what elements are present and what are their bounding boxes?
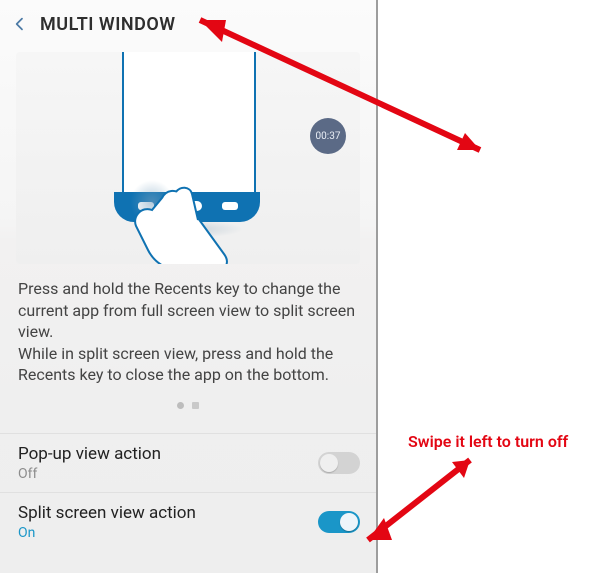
description-paragraph-2: While in split screen view, press and ho… — [18, 344, 333, 385]
tutorial-illustration[interactable]: 00:37 — [16, 52, 360, 264]
header: MULTI WINDOW — [0, 0, 376, 44]
toggle-split-screen[interactable] — [318, 511, 360, 533]
description-paragraph-1: Press and hold the Recents key to change… — [18, 279, 355, 341]
row-popup-view[interactable]: Pop-up view action Off — [0, 433, 376, 492]
row-label: Pop-up view action — [18, 444, 161, 464]
chevron-left-icon — [12, 16, 28, 32]
row-split-screen[interactable]: Split screen view action On — [0, 492, 376, 551]
page-indicator — [0, 402, 376, 409]
toggle-popup-view[interactable] — [318, 452, 360, 474]
page-dot[interactable] — [177, 402, 184, 409]
tutorial-description: Press and hold the Recents key to change… — [0, 264, 376, 396]
row-state: Off — [18, 466, 161, 482]
back-button[interactable] — [6, 10, 34, 38]
row-label: Split screen view action — [18, 503, 196, 523]
annotation-text: Swipe it left to turn off — [408, 432, 568, 451]
timestamp-badge: 00:37 — [310, 118, 346, 154]
row-state: On — [18, 525, 196, 541]
settings-screen: MULTI WINDOW 00:37 Press and hold the Re… — [0, 0, 378, 573]
page-dot-active[interactable] — [192, 402, 199, 409]
page-title: MULTI WINDOW — [40, 14, 176, 35]
hand-pointing-icon — [106, 162, 306, 264]
